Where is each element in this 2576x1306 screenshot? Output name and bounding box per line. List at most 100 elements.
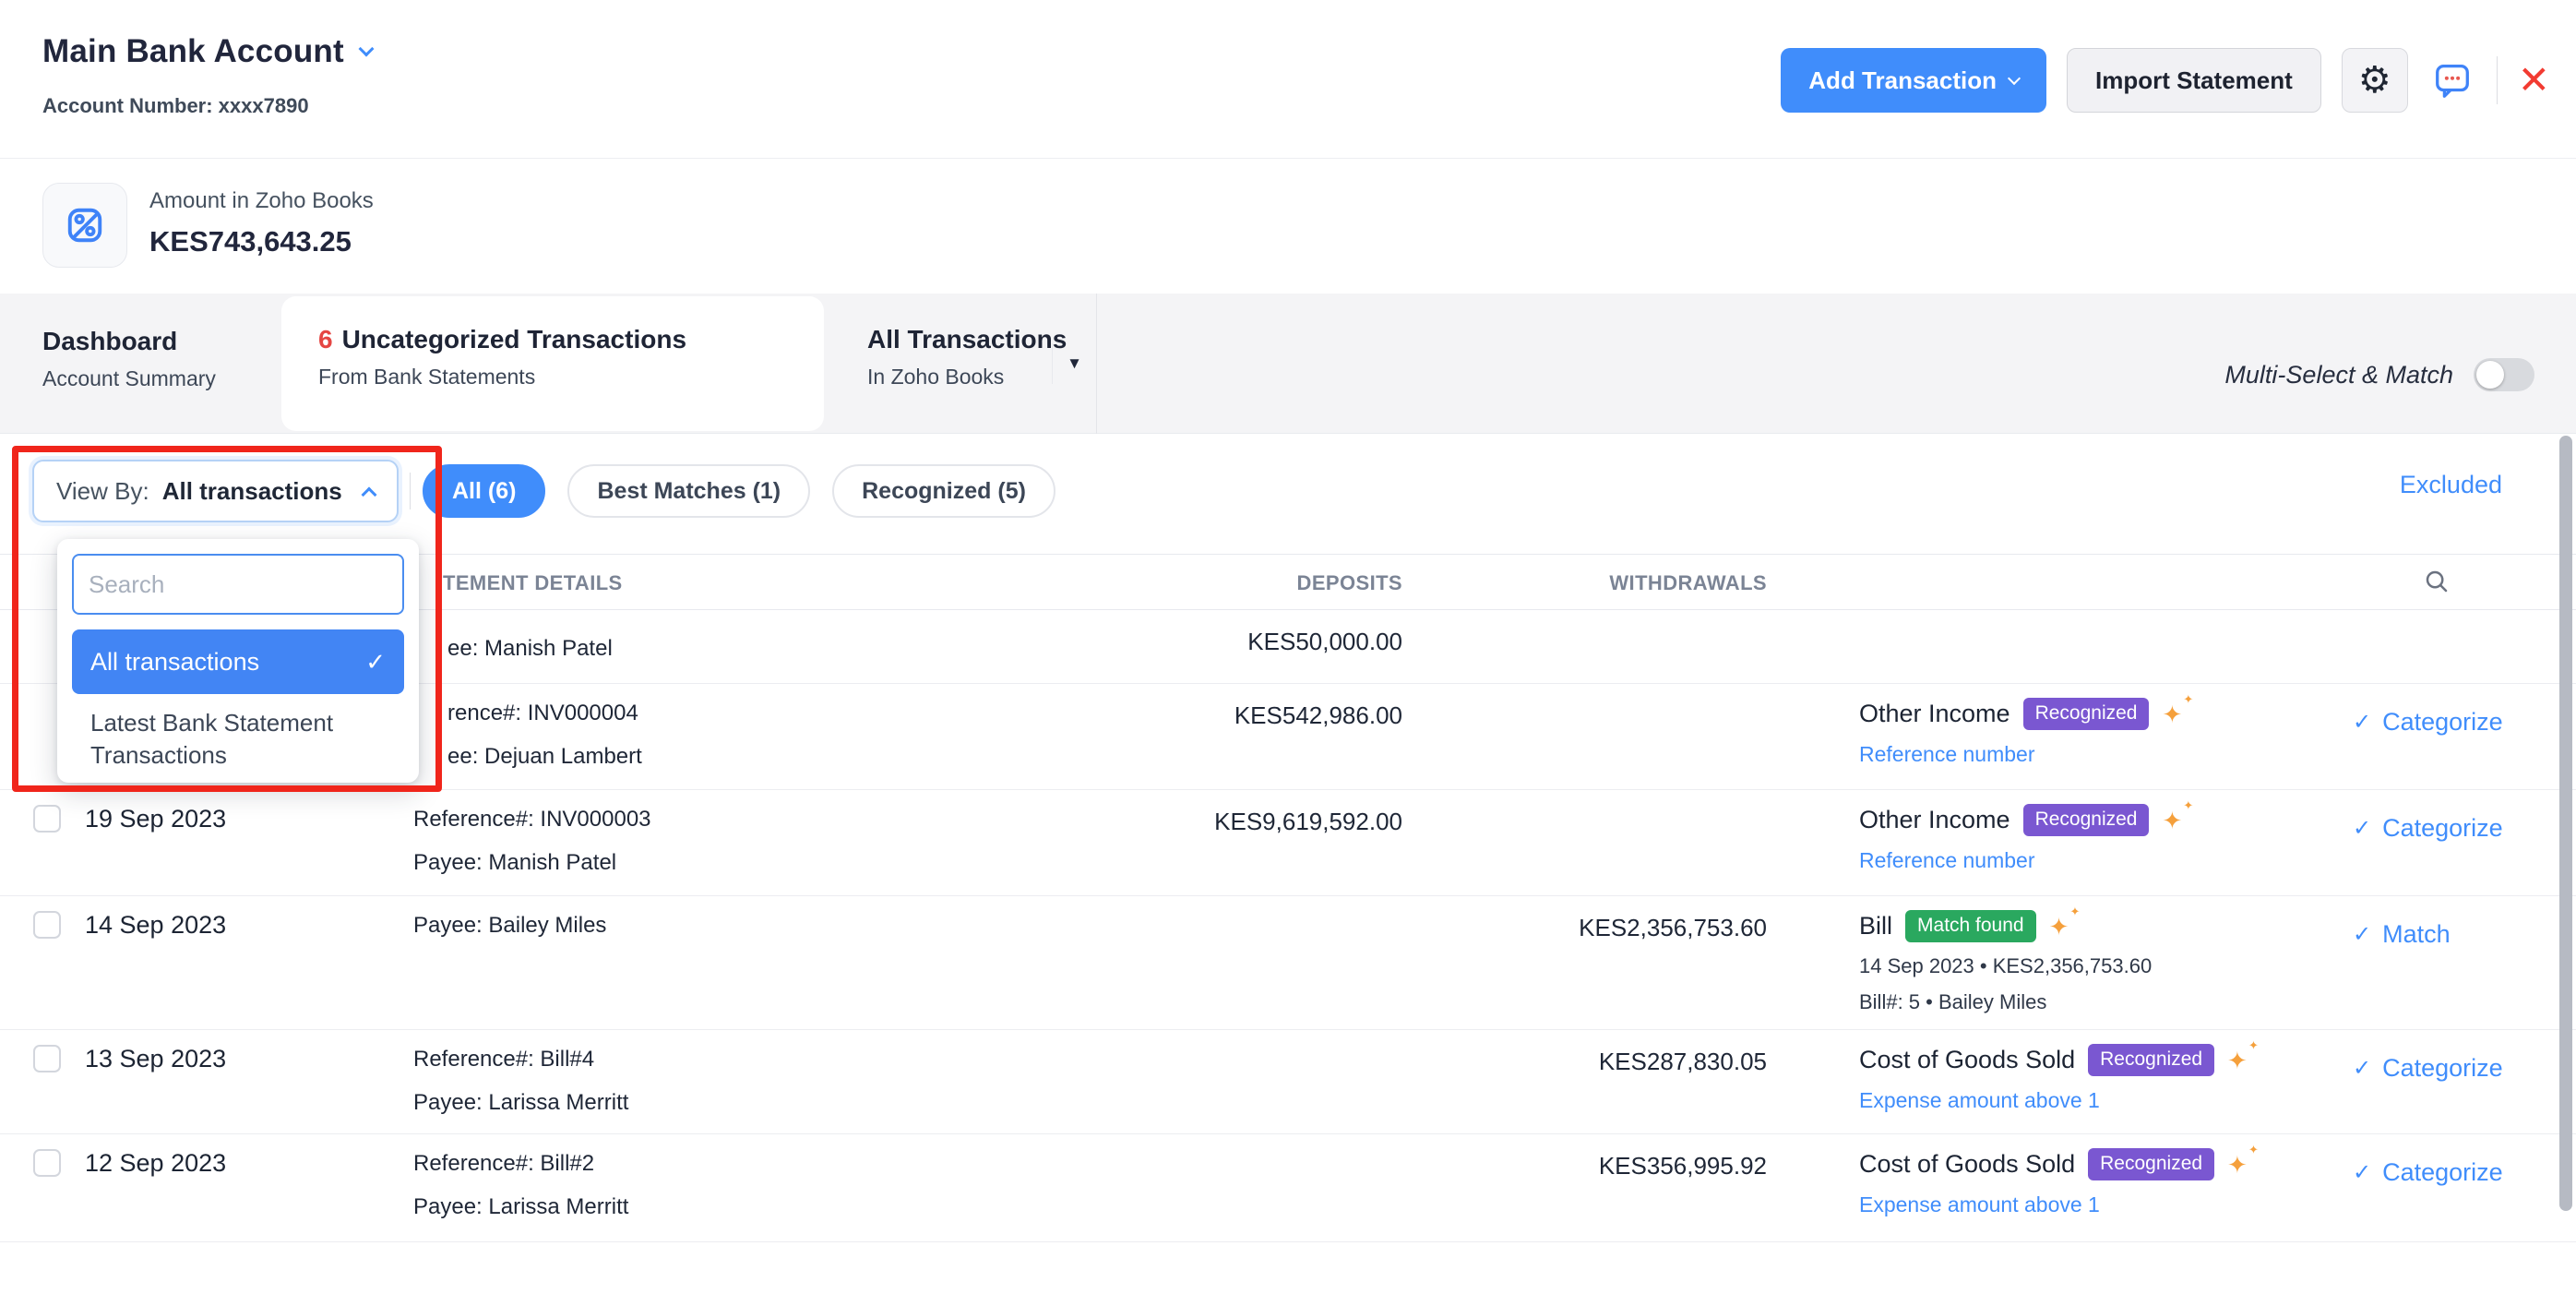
check-icon: ✓ [2353, 815, 2371, 842]
table-row: 12 Sep 2023Reference#: Bill#2Payee: Lari… [0, 1134, 2576, 1242]
dropdown-search-input[interactable] [72, 554, 404, 615]
account-selector[interactable]: Main Bank Account [42, 33, 372, 70]
status-badge: Recognized [2088, 1044, 2214, 1076]
tab-title: Dashboard [42, 327, 216, 356]
detail-text: Reference#: Bill#2 [413, 1151, 628, 1177]
toggle-knob [2476, 361, 2504, 389]
dropdown-option-all-transactions[interactable]: All transactions ✓ [72, 629, 404, 694]
settings-button[interactable]: ⚙ [2342, 48, 2408, 113]
action-label: Categorize [2382, 1158, 2503, 1187]
close-icon[interactable]: ✕ [2518, 61, 2550, 100]
column-header-deposits: DEPOSITS [1033, 571, 1402, 595]
match-detail: 14 Sep 2023 • KES2,356,753.60 [1859, 954, 2339, 978]
gear-icon: ⚙ [2358, 62, 2391, 99]
tab-title: Uncategorized Transactions [342, 325, 686, 353]
category-cell: Other IncomeRecognized✦✦ Reference number [1859, 804, 2339, 873]
action-label: Categorize [2382, 814, 2503, 843]
row-action-button[interactable]: ✓ Categorize [2353, 1158, 2503, 1187]
check-icon: ✓ [2353, 921, 2371, 948]
tab-subtitle: From Bank Statements [318, 365, 686, 389]
check-icon: ✓ [2353, 709, 2371, 736]
row-action-button[interactable]: ✓Categorize [2353, 1054, 2503, 1083]
view-by-value: All transactions [162, 477, 342, 506]
ai-sparkle-icon: ✦✦ [2162, 809, 2182, 833]
withdrawal-amount: KES287,830.05 [1402, 1048, 1767, 1076]
chevron-down-icon [2008, 72, 2021, 85]
tab-subtitle: Account Summary [42, 366, 216, 391]
statement-details: Payee: Bailey Miles [413, 913, 606, 956]
column-header-withdrawals: WITHDRAWALS [1402, 571, 1767, 595]
search-icon [2423, 568, 2451, 595]
row-action-button[interactable]: ✓ Categorize [2353, 708, 2503, 737]
filter-pill-recognized[interactable]: Recognized (5) [832, 464, 1055, 518]
add-transaction-label: Add Transaction [1808, 66, 1997, 95]
action-label: Match [2382, 920, 2451, 949]
divider [1096, 294, 1097, 434]
ai-sparkle-icon: ✦✦ [2049, 915, 2069, 939]
tab-bar: Dashboard Account Summary 6 Uncategorized… [0, 294, 2576, 434]
page-header: Main Bank Account Account Number: xxxx78… [0, 0, 2576, 159]
ai-sparkle-icon: ✦ [2069, 905, 2080, 917]
statement-details: Reference#: Bill#4Payee: Larissa Merritt [413, 1047, 628, 1133]
tab-uncategorized-transactions[interactable]: 6 Uncategorized Transactions From Bank St… [318, 294, 686, 433]
category-link[interactable]: Reference number [1859, 848, 2035, 873]
filter-pills: All (6) Best Matches (1) Recognized (5) [423, 464, 1055, 518]
match-detail: Bill#: 5 • Bailey Miles [1859, 990, 2339, 1014]
row-action-button[interactable]: ✓ Categorize [2353, 814, 2503, 843]
table-search-button[interactable] [2423, 568, 2451, 600]
uncategorized-count: 6 [318, 325, 333, 353]
detail-text: Payee: Bailey Miles [413, 913, 606, 939]
category-cell: BillMatch found✦✦14 Sep 2023 • KES2,356,… [1859, 910, 2339, 1014]
category-name-line: Cost of Goods SoldRecognized✦✦ [1859, 1044, 2339, 1076]
view-by-dropdown-button[interactable]: View By: All transactions [32, 460, 399, 522]
category-cell: Cost of Goods SoldRecognized✦✦ Expense am… [1859, 1044, 2339, 1113]
multi-select-toggle[interactable] [2474, 358, 2534, 391]
add-transaction-button[interactable]: Add Transaction [1781, 48, 2046, 113]
table-row: 14 Sep 2023Payee: Bailey MilesKES2,356,7… [0, 896, 2576, 1030]
import-statement-button[interactable]: Import Statement [2067, 48, 2321, 113]
transaction-date: 14 Sep 2023 [85, 911, 226, 940]
tab-all-transactions[interactable]: All Transactions In Zoho Books [867, 294, 1067, 433]
tab-subtitle: In Zoho Books [867, 365, 1067, 389]
category-name: Cost of Goods Sold [1859, 1150, 2075, 1179]
statement-details: Reference#: Bill#2 Payee: Larissa Merritt [413, 1151, 628, 1238]
deposit-amount: KES50,000.00 [1033, 628, 1402, 656]
category-name: Other Income [1859, 806, 2010, 834]
feedback-button[interactable] [2428, 56, 2476, 104]
multi-select-label: Multi-Select & Match [2224, 361, 2453, 389]
excluded-link[interactable]: Excluded [2400, 471, 2502, 499]
category-link[interactable]: Reference number [1859, 742, 2035, 767]
row-checkbox[interactable] [33, 805, 61, 833]
more-tabs-button[interactable]: ▼ [1052, 343, 1096, 384]
transaction-date: 19 Sep 2023 [85, 805, 226, 833]
detail-text: Payee: Larissa Merritt [413, 1194, 628, 1220]
check-icon: ✓ [365, 648, 386, 677]
action-label: Categorize [2382, 708, 2503, 737]
detail-text: Reference#: INV000003 [413, 807, 651, 833]
row-checkbox[interactable] [33, 1045, 61, 1072]
scrollbar[interactable] [2559, 436, 2572, 1211]
category-link[interactable]: Expense amount above 1 [1859, 1192, 2100, 1217]
category-name-line: Other IncomeRecognized✦✦ [1859, 804, 2339, 836]
dropdown-option-latest-bank-statement[interactable]: Latest Bank Statement Transactions [90, 707, 367, 772]
category-cell: Cost of Goods SoldRecognized✦✦Expense am… [1859, 1148, 2339, 1217]
detail-text: ee: Dejuan Lambert [447, 744, 642, 770]
row-checkbox[interactable] [33, 1149, 61, 1177]
detail-text: Payee: Larissa Merritt [413, 1090, 628, 1116]
table-row: 13 Sep 2023Reference#: Bill#4Payee: Lari… [0, 1030, 2576, 1134]
filter-pill-all[interactable]: All (6) [423, 464, 545, 518]
triangle-down-icon: ▼ [1067, 354, 1082, 373]
ai-sparkle-icon: ✦✦ [2162, 702, 2182, 726]
check-icon: ✓ [2353, 1159, 2371, 1186]
statement-details: Reference#: INV000003Payee: Manish Patel [413, 807, 651, 893]
row-action-button[interactable]: ✓ Match [2353, 920, 2451, 949]
category-link[interactable]: Expense amount above 1 [1859, 1088, 2100, 1113]
status-badge: Match found [1905, 910, 2036, 942]
filter-pill-best-matches[interactable]: Best Matches (1) [567, 464, 810, 518]
row-checkbox[interactable] [33, 911, 61, 939]
statement-details: rence#: INV000004ee: Dejuan Lambert [447, 701, 642, 787]
ai-sparkle-icon: ✦ [2183, 693, 2193, 705]
amount-summary: Amount in Zoho Books KES743,643.25 [0, 159, 2576, 294]
tab-dashboard[interactable]: Dashboard Account Summary [42, 294, 216, 433]
option-label: All transactions [90, 648, 259, 677]
